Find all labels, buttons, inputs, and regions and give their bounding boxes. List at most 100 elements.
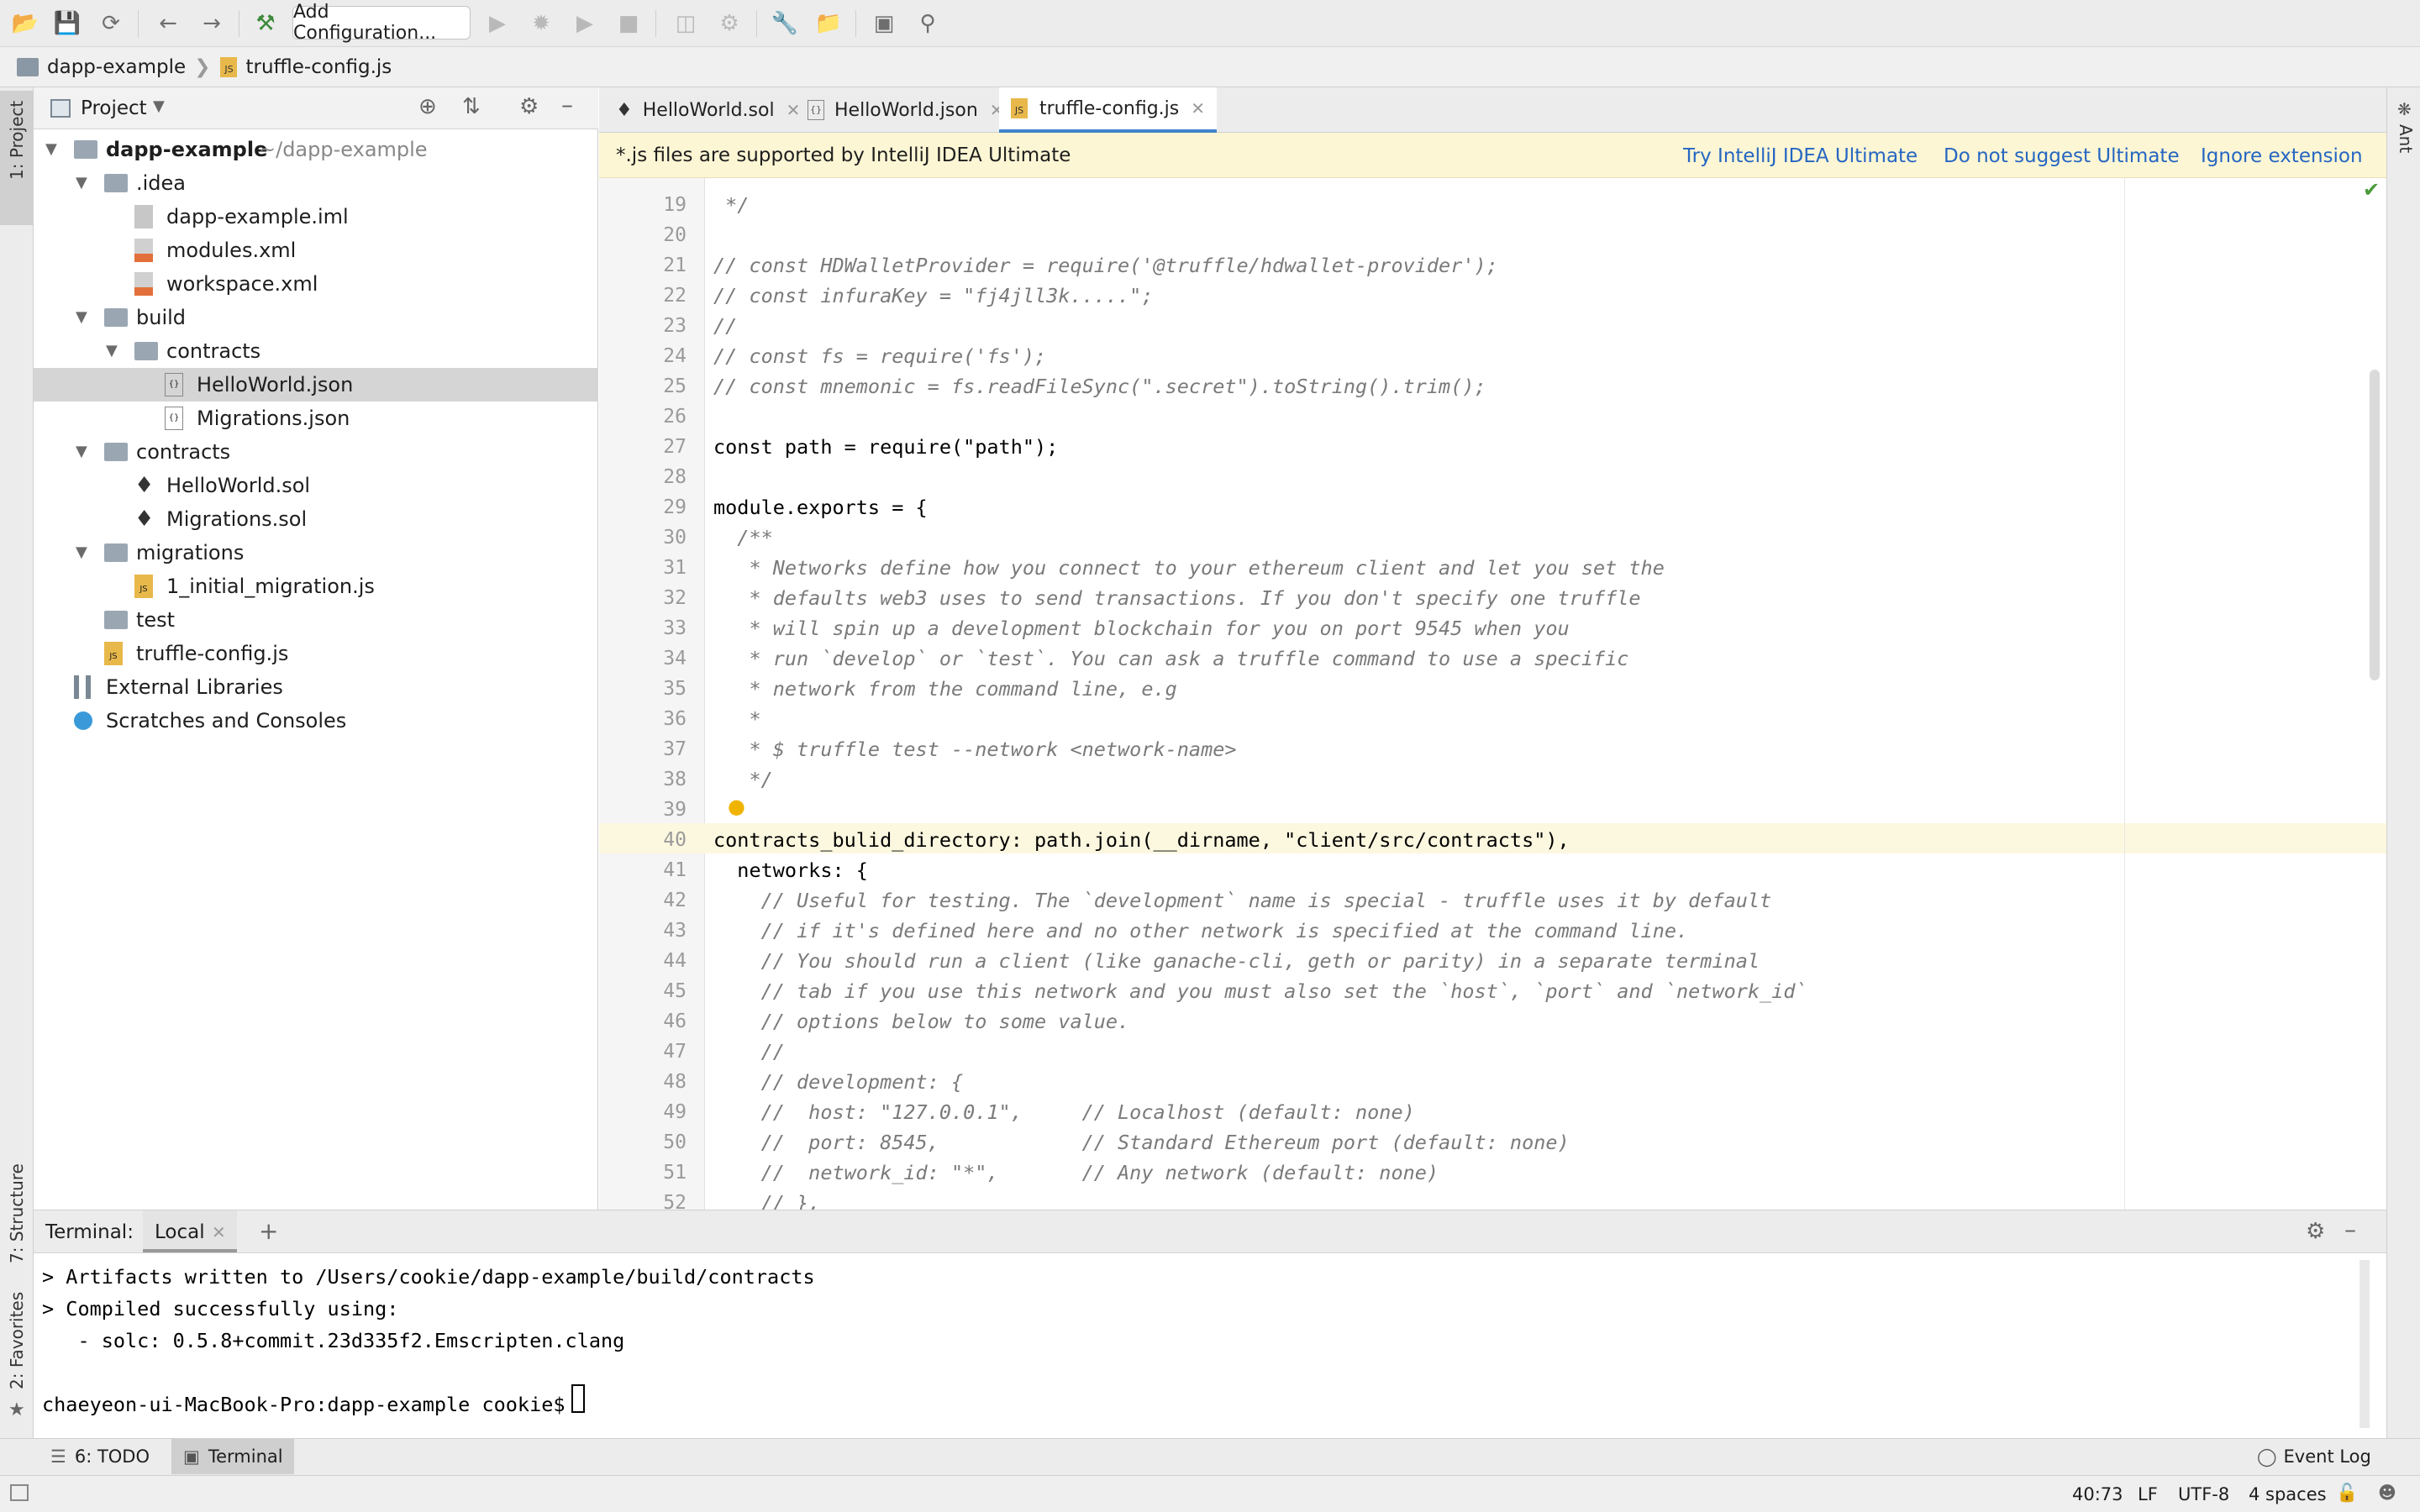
- line-number: 41: [663, 859, 687, 881]
- ethereum-icon: ♦: [616, 99, 633, 121]
- event-log-button[interactable]: ◯ Event Log: [2257, 1439, 2371, 1474]
- list-icon: ☰: [50, 1446, 66, 1467]
- tree-item[interactable]: Scratches and Consoles: [34, 704, 598, 738]
- editor-tabs: ♦ HelloWorld.sol ✕ {} HelloWorld.json ✕ …: [599, 87, 2386, 133]
- gear-icon[interactable]: ⚙: [519, 94, 539, 119]
- todo-button[interactable]: ☰ 6: TODO: [50, 1439, 150, 1474]
- deploy-icon[interactable]: ⚙: [714, 8, 744, 39]
- tree-item[interactable]: ▼ .idea: [34, 166, 598, 200]
- toggle-tool-windows-icon[interactable]: [10, 1484, 29, 1501]
- line-number: 34: [663, 648, 687, 669]
- expand-arrow-icon[interactable]: ▼: [76, 308, 87, 326]
- save-icon[interactable]: 💾: [52, 8, 82, 39]
- tree-item[interactable]: External Libraries: [34, 670, 598, 704]
- breadcrumb-file[interactable]: truffle-config.js: [245, 56, 392, 78]
- try-ultimate-link[interactable]: Try IntelliJ IDEA Ultimate: [1683, 145, 1918, 167]
- tab-truffle-config-js[interactable]: JS truffle-config.js ✕: [999, 87, 1218, 133]
- back-icon[interactable]: ←: [153, 8, 183, 39]
- inspection-ok-icon[interactable]: ✔: [2363, 178, 2380, 202]
- tab-helloworld-json[interactable]: {} HelloWorld.json ✕: [808, 87, 1004, 133]
- json-file-icon: {}: [165, 407, 183, 430]
- hide-panel-icon[interactable]: –: [561, 91, 573, 118]
- ignore-extension-link[interactable]: Ignore extension: [2201, 145, 2363, 167]
- tree-item[interactable]: modules.xml: [34, 234, 598, 267]
- sync-icon[interactable]: ⟳: [96, 8, 126, 39]
- search-icon[interactable]: ⚲: [913, 8, 943, 39]
- close-icon[interactable]: ✕: [786, 100, 801, 120]
- tree-item[interactable]: JS truffle-config.js: [34, 637, 598, 670]
- tree-item[interactable]: ▼ build: [34, 301, 598, 334]
- tree-item[interactable]: ▼ dapp-example ~/dapp-example: [34, 133, 598, 166]
- debug-icon[interactable]: ✹: [526, 8, 556, 39]
- terminal-icon[interactable]: ▣: [869, 8, 899, 39]
- favorites-stripe-label[interactable]: 2: Favorites: [7, 1292, 27, 1389]
- chevron-down-icon[interactable]: ▼: [153, 97, 165, 115]
- close-icon[interactable]: ✕: [1191, 98, 1205, 118]
- do-not-suggest-link[interactable]: Do not suggest Ultimate: [1944, 145, 2180, 167]
- tree-item[interactable]: ♦ HelloWorld.sol: [34, 469, 598, 502]
- attach-icon[interactable]: ◫: [671, 8, 701, 39]
- locate-icon[interactable]: ⊕: [418, 94, 437, 119]
- code-line: contracts_bulid_directory: path.join(__d…: [713, 828, 1570, 852]
- run-icon[interactable]: ▶: [482, 8, 513, 39]
- coverage-icon[interactable]: ▶: [570, 8, 600, 39]
- expand-arrow-icon[interactable]: ▼: [45, 140, 57, 158]
- tree-item[interactable]: ♦ Migrations.sol: [34, 502, 598, 536]
- tree-item-path: ~/dapp-example: [259, 138, 428, 161]
- editor-scrollbar[interactable]: [2370, 370, 2380, 680]
- terminal-tab-local[interactable]: Local ✕: [143, 1210, 237, 1252]
- line-separator[interactable]: LF: [2138, 1484, 2158, 1504]
- tree-item[interactable]: {} Migrations.json: [34, 402, 598, 435]
- project-folder-icon: [74, 140, 97, 159]
- project-stripe-label[interactable]: 1: Project: [7, 101, 27, 180]
- tree-item-label: workspace.xml: [166, 272, 318, 296]
- line-number: 26: [663, 406, 687, 428]
- wrench-icon[interactable]: 🔧: [770, 8, 800, 39]
- tree-item[interactable]: workspace.xml: [34, 267, 598, 301]
- file-encoding[interactable]: UTF-8: [2178, 1484, 2229, 1504]
- tree-item-label: contracts: [136, 440, 231, 464]
- line-number: 27: [663, 436, 687, 458]
- tree-item-label: dapp-example: [106, 138, 268, 161]
- expand-arrow-icon[interactable]: ▼: [106, 342, 118, 360]
- tree-item-label: test: [136, 608, 176, 632]
- tree-item[interactable]: ▼ migrations: [34, 536, 598, 570]
- line-number: 30: [663, 527, 687, 549]
- line-number: 45: [663, 980, 687, 1002]
- tree-item[interactable]: {} HelloWorld.json: [34, 368, 598, 402]
- open-folder-icon[interactable]: 📂: [10, 8, 40, 39]
- expand-arrow-icon[interactable]: ▼: [76, 443, 87, 460]
- close-icon[interactable]: ✕: [212, 1222, 226, 1242]
- tree-item[interactable]: ▼ contracts: [34, 334, 598, 368]
- add-configuration-button[interactable]: Add Configuration...: [292, 2, 471, 44]
- tree-item[interactable]: test: [34, 603, 598, 637]
- caret-position[interactable]: 40:73: [2072, 1484, 2123, 1504]
- breadcrumb-project[interactable]: dapp-example: [47, 56, 186, 78]
- expand-arrow-icon[interactable]: ▼: [76, 174, 87, 192]
- ant-stripe-label[interactable]: Ant: [2396, 124, 2416, 153]
- add-terminal-icon[interactable]: +: [259, 1217, 278, 1245]
- project-structure-icon[interactable]: 📁: [813, 8, 844, 39]
- folder-icon: [104, 308, 128, 327]
- stop-icon[interactable]: ■: [613, 8, 644, 39]
- collapse-all-icon[interactable]: ⇅: [462, 94, 481, 119]
- tree-item[interactable]: JS 1_initial_migration.js: [34, 570, 598, 603]
- inspector-icon[interactable]: ☻: [2378, 1483, 2396, 1503]
- terminal-scrollbar[interactable]: [2360, 1260, 2370, 1428]
- line-number: 32: [663, 587, 687, 609]
- project-view-title[interactable]: Project: [81, 97, 147, 119]
- lock-icon[interactable]: 🔓: [2336, 1483, 2358, 1504]
- expand-arrow-icon[interactable]: ▼: [76, 543, 87, 561]
- forward-icon[interactable]: →: [197, 8, 227, 39]
- hide-panel-icon[interactable]: –: [2344, 1215, 2356, 1243]
- lightbulb-icon[interactable]: ●: [728, 795, 745, 818]
- tab-helloworld-sol[interactable]: ♦ HelloWorld.sol ✕: [616, 87, 800, 133]
- gear-icon[interactable]: ⚙: [2306, 1219, 2325, 1244]
- indent-setting[interactable]: 4 spaces: [2249, 1484, 2327, 1504]
- terminal-button[interactable]: ▣ Terminal: [171, 1439, 294, 1474]
- tree-item[interactable]: ▼ contracts: [34, 435, 598, 469]
- code-line: //: [713, 1040, 785, 1063]
- tree-item[interactable]: dapp-example.iml: [34, 200, 598, 234]
- build-hammer-icon[interactable]: ⚒: [250, 8, 281, 39]
- structure-stripe-label[interactable]: 7: Structure: [7, 1163, 27, 1263]
